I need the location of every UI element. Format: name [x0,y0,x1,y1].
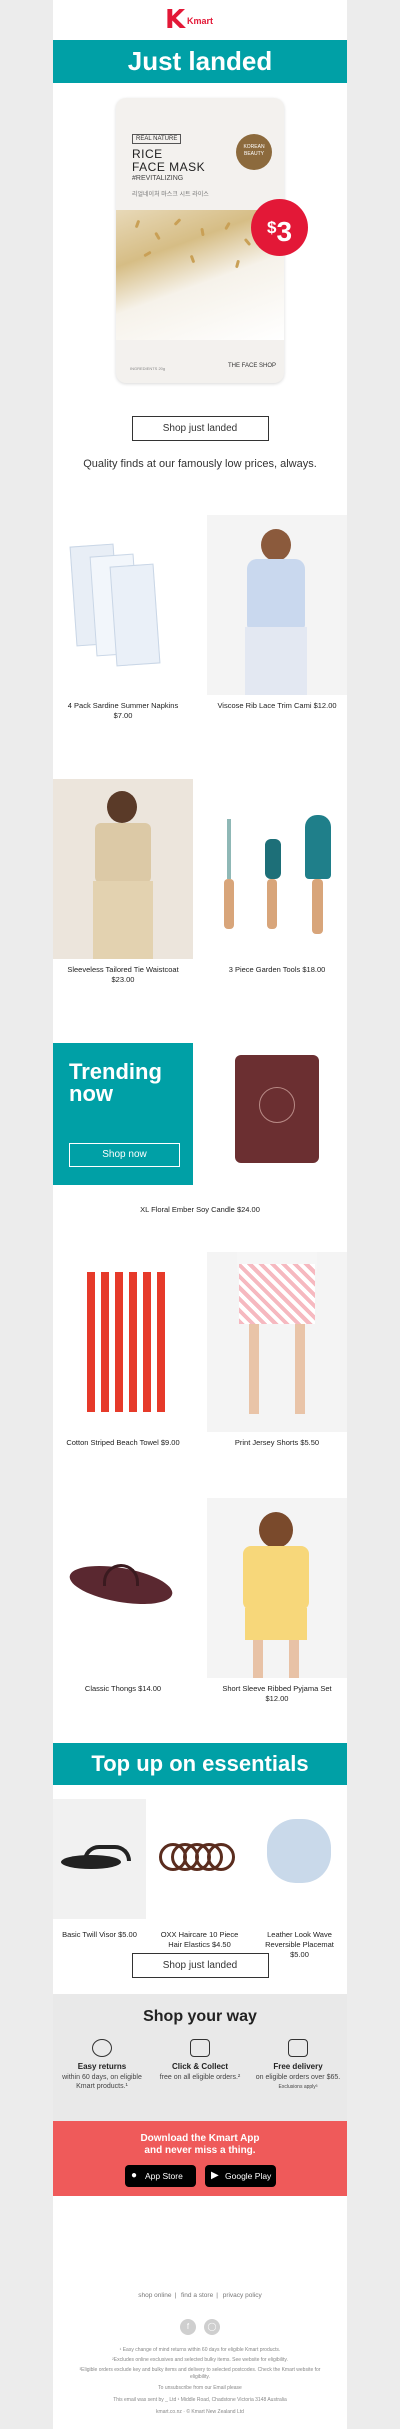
product-korean-text: 리얼네이처 마스크 시트 라이스 [132,192,209,198]
just-landed-banner: Just landed [53,40,347,83]
hair-elastics-image[interactable] [153,1799,246,1919]
legal-text: ¹ Easy change of mind returns within 60 … [119,2347,281,2353]
google-play-button[interactable]: ▶ Google Play [205,2165,276,2187]
cami-image[interactable] [207,515,347,695]
privacy-policy-link[interactable]: privacy policy [223,2292,262,2299]
trending-now-panel: Trending now Shop now [53,1043,193,1185]
thongs-image[interactable] [53,1498,193,1678]
visor-image[interactable] [53,1799,146,1919]
legal-text: ³Eligible orders exclude key and bulky i… [79,2367,321,2380]
legal-text: ²Excludes online exclusives and selected… [112,2357,288,2363]
product-card[interactable]: Leather Look Wave Reversible Placemat $5.… [253,1799,346,1960]
google-play-icon: ▶ [211,2170,219,2181]
app-title: Download the Kmart App and never miss a … [140,2133,260,2156]
find-a-store-link[interactable]: find a store [181,2292,213,2299]
product-subtitle: #REVITALIZING [132,175,184,182]
essentials-row: Basic Twill Visor $5.00 OXX Haircare 10 … [53,1799,347,1959]
product-card[interactable]: Basic Twill Visor $5.00 [53,1799,146,1940]
beach-towel-image[interactable] [53,1252,193,1432]
footer-links: shop online | find a store | privacy polic… [138,2292,262,2299]
product-row: Classic Thongs $14.00 Short Sleeve Ribbe… [53,1498,347,1743]
essentials-banner: Top up on essentials [53,1743,347,1785]
instagram-icon[interactable]: ◯ [204,2319,220,2335]
shop-just-landed-button[interactable]: Shop just landed [131,416,269,441]
logo-wordmark: Kmart [187,16,214,26]
app-store-button[interactable]: ● App Store [125,2165,196,2187]
pyjama-set-image[interactable] [207,1498,347,1678]
garden-tools-image[interactable] [207,779,347,959]
sender-address: This email was sent by _ Ltd ¹ Middle Ro… [113,2397,287,2403]
candle-image[interactable] [207,1043,347,1223]
returns-icon [92,2039,112,2057]
product-row: Cotton Striped Beach Towel $9.00 Print J… [53,1252,347,1498]
email-body: K Kmart Just landed REAL NATURE RICE FAC… [53,0,347,2429]
product-fine-print: INGREDIENTS 20g [130,366,166,371]
candle-caption: XL Floral Ember Soy Candle $24.00 [140,1205,260,1214]
placemat-image[interactable] [253,1799,346,1919]
apple-icon: ● [131,2170,138,2181]
product-brand: THE FACE SHOP [227,363,276,369]
kmart-logo[interactable]: K Kmart [165,5,235,35]
shop-your-way-section: Shop your way Easy returns within 60 day… [53,1994,347,2121]
shop-now-button[interactable]: Shop now [69,1143,180,1167]
hero-section: REAL NATURE RICE FACE MASK #REVITALIZING… [53,83,347,416]
shop-online-link[interactable]: shop online [138,2292,171,2299]
price-badge: $3 [251,199,308,256]
product-tag: REAL NATURE [132,134,182,144]
click-collect-column: Click & Collect free on all eligible ord… [155,2039,245,2082]
product-row: Sleeveless Tailored Tie Waistcoat $23.00 … [53,779,347,1043]
korean-beauty-seal: KOREAN BEAUTY [236,134,272,170]
delivery-truck-icon [288,2039,308,2057]
product-row: 4 Pack Sardine Summer Napkins $7.00 Visco… [53,515,347,779]
copyright: kmart.co.nz · © Kmart New Zealand Ltd [156,2409,244,2415]
kmart-k-icon: K [165,5,186,35]
header: K Kmart [53,0,347,40]
product-card[interactable]: OXX Haircare 10 Piece Hair Elastics $4.5… [153,1799,246,1950]
facebook-icon[interactable]: f [180,2319,196,2335]
shop-just-landed-button[interactable]: Shop just landed [131,1953,269,1978]
click-collect-icon [190,2039,210,2057]
app-download-section: Download the Kmart App and never miss a … [53,2121,347,2196]
waistcoat-image[interactable] [53,779,193,959]
tagline: Quality finds at our famously low prices… [83,458,317,470]
trending-title: Trending now [69,1059,162,1106]
easy-returns-column: Easy returns within 60 days, on eligible… [57,2039,147,2091]
shop-your-way-title: Shop your way [143,2008,257,2025]
napkins-image[interactable] [53,515,193,695]
product-title: RICE FACE MASK [132,147,206,174]
unsubscribe-text[interactable]: To unsubscribe from our Email please [69,2385,331,2392]
jersey-shorts-image[interactable] [207,1252,347,1432]
free-delivery-column: Free delivery on eligible orders over $6… [253,2039,343,2092]
